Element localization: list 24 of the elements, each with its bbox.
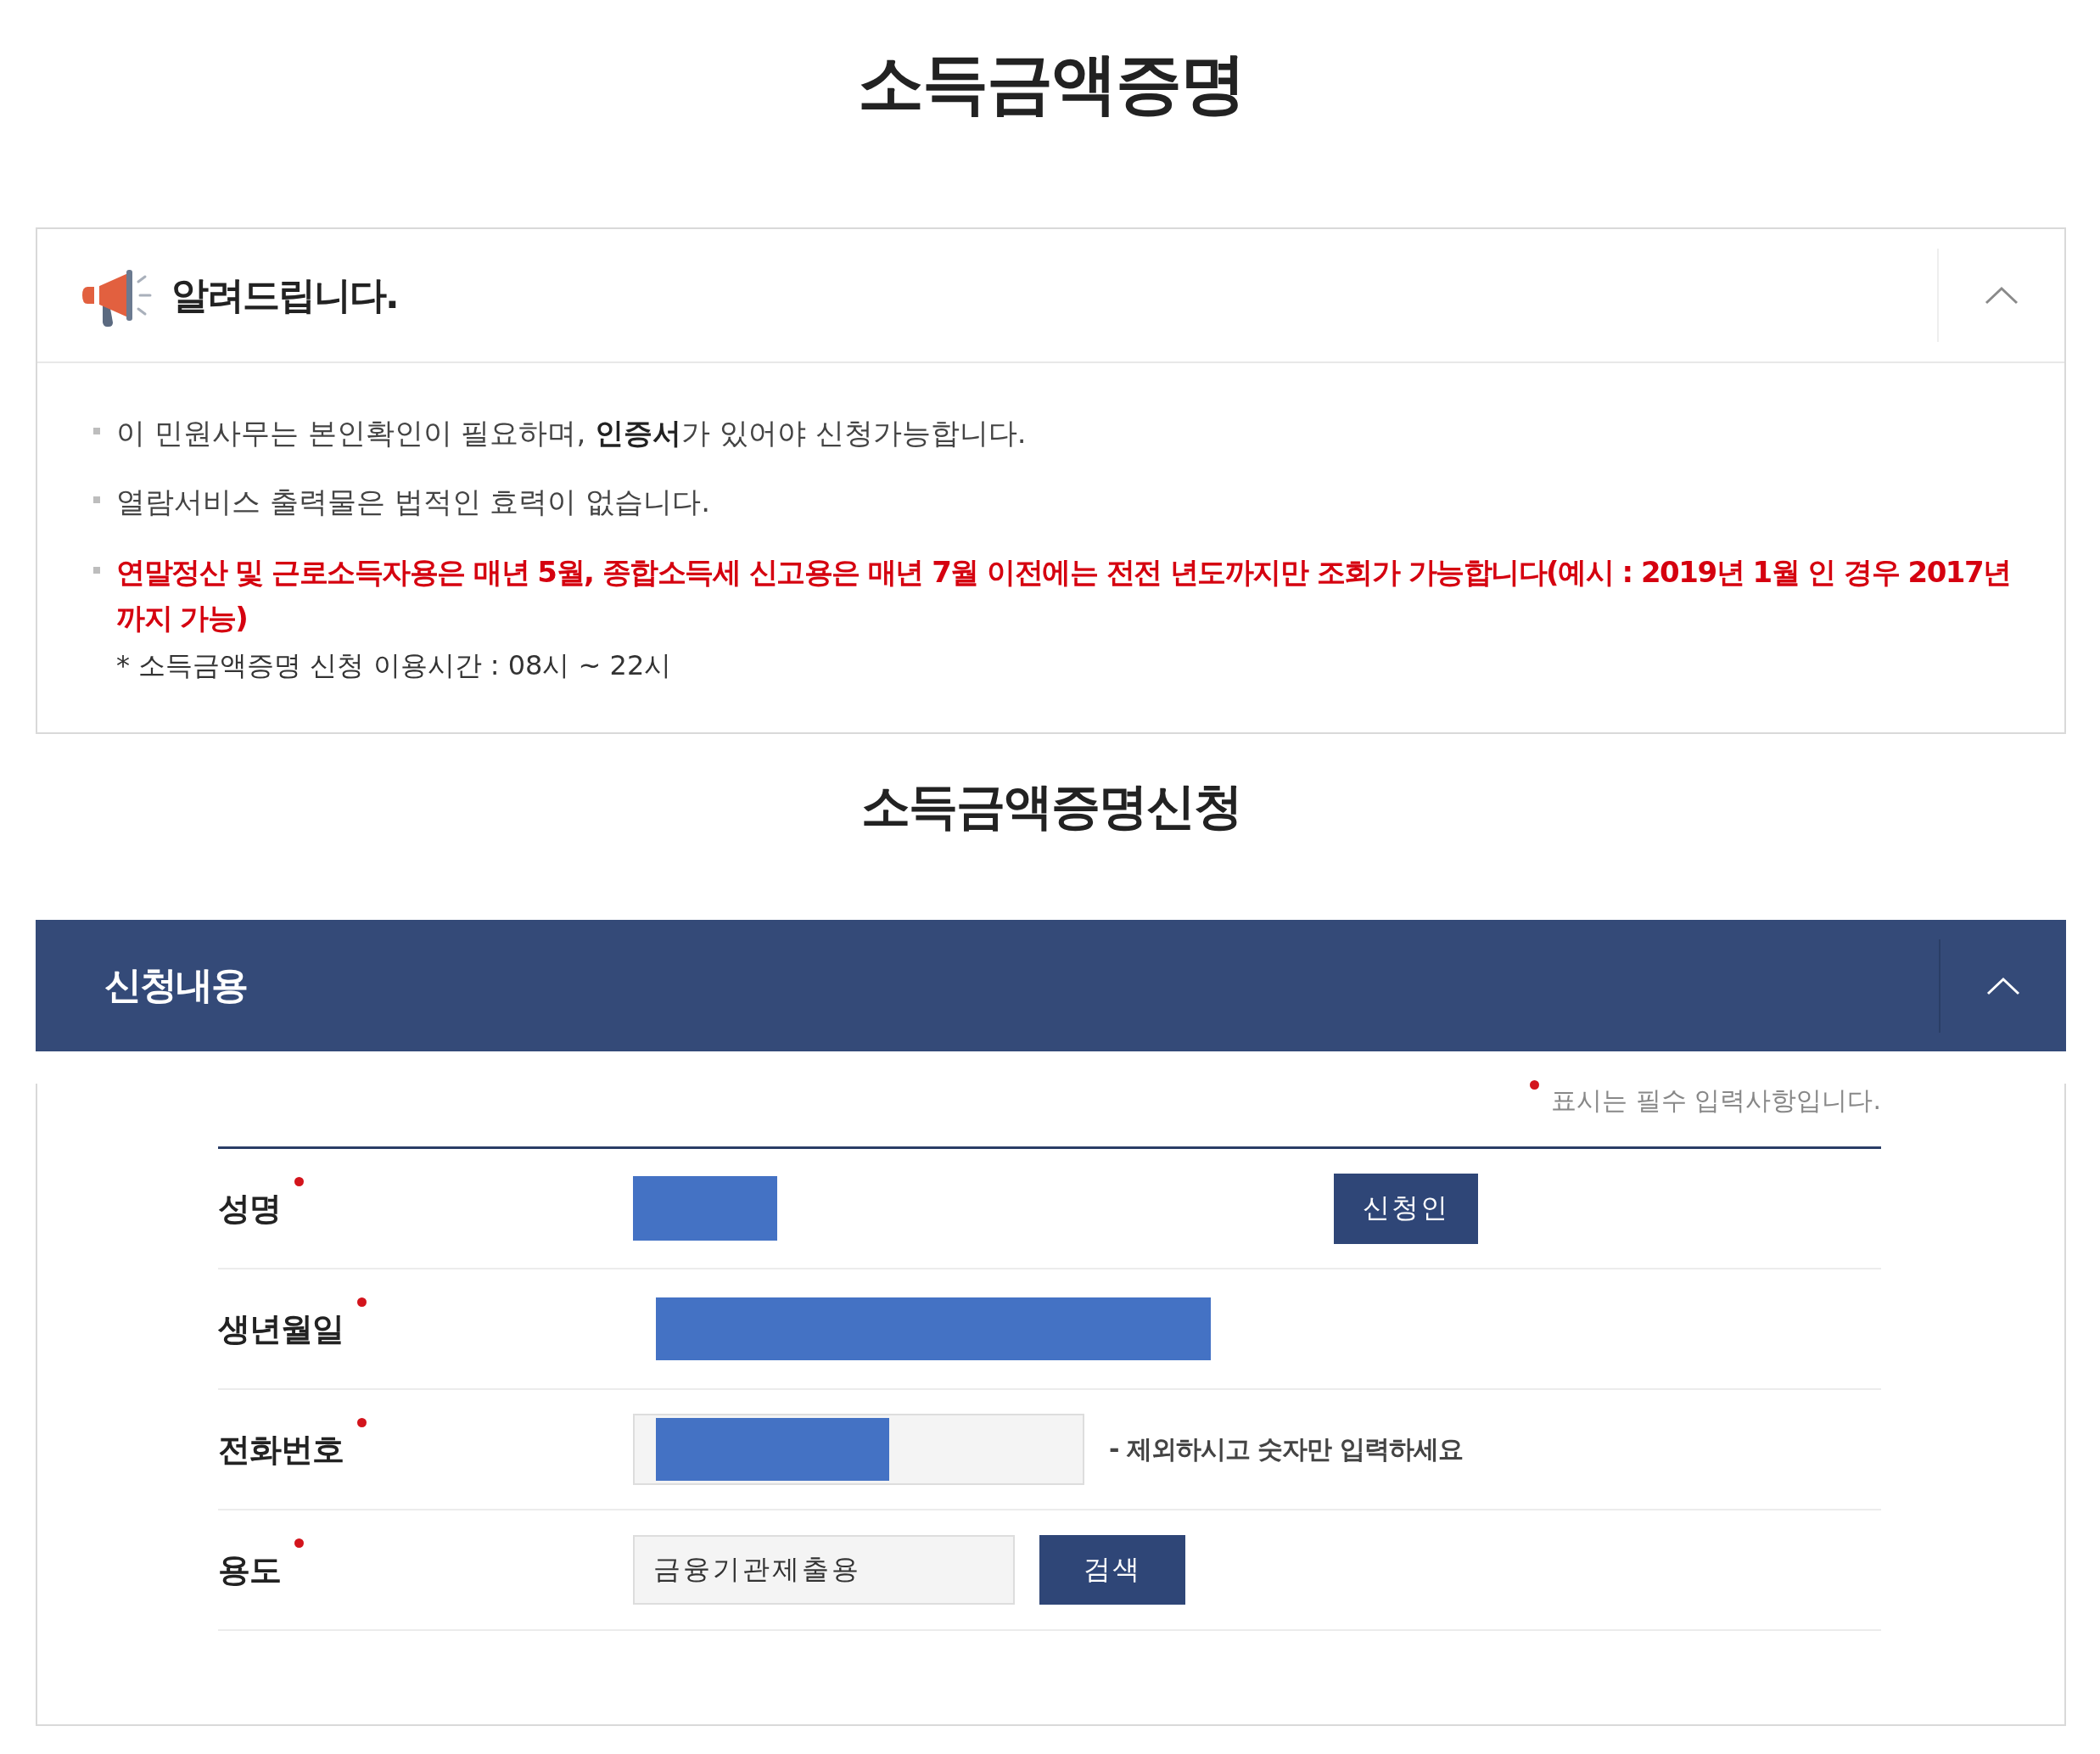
notice-text: 이 민원사무는 본인확인이 필요하며, 인증서가 있어야 신청가능합니다. <box>116 415 1027 451</box>
field-label: 성명 <box>218 1189 281 1229</box>
warning-text: 연말정산 및 근로소득자용은 매년 5월, 종합소득세 신고용은 매년 7월 이전에는 전전 년도까지만 조회가 가능합니다(예시 : 2019년 1월 인 경우 2017년까지 가능) <box>116 554 2012 636</box>
panel-title: 신청내용 <box>104 962 247 1008</box>
required-note: 표시는 필수 입력사항입니다. <box>1551 1084 1881 1117</box>
field-label: 전화번호 <box>218 1430 344 1470</box>
required-mark-icon <box>1530 1080 1540 1090</box>
page-title: 소득금액증명 <box>856 44 1246 123</box>
notice-text: 열람서비스 출력물은 법적인 효력이 없습니다. <box>116 484 711 520</box>
purpose-field[interactable]: 금융기관제출용 <box>633 1535 1015 1605</box>
chevron-up-icon <box>1985 286 2019 305</box>
field-label: 용도 <box>218 1550 281 1590</box>
square-bullet-icon <box>93 567 100 574</box>
notice-title: 알려드립니다. <box>171 272 398 318</box>
square-bullet-icon <box>93 496 100 503</box>
field-label: 생년월일 <box>218 1309 344 1349</box>
phone-input-field[interactable] <box>633 1414 1084 1485</box>
hours-note: * 소득금액증명 신청 이용시간 : 08시 ~ 22시 <box>116 648 672 683</box>
search-button[interactable]: 검색 <box>1039 1535 1185 1605</box>
applicant-button[interactable]: 신청인 <box>1334 1173 1478 1244</box>
section-title: 소득금액증명신청 <box>860 776 1242 837</box>
chevron-up-icon <box>1986 976 2020 995</box>
input-hint: - 제외하시고 숫자만 입력하세요 <box>1109 1432 1463 1465</box>
square-bullet-icon <box>93 428 100 434</box>
